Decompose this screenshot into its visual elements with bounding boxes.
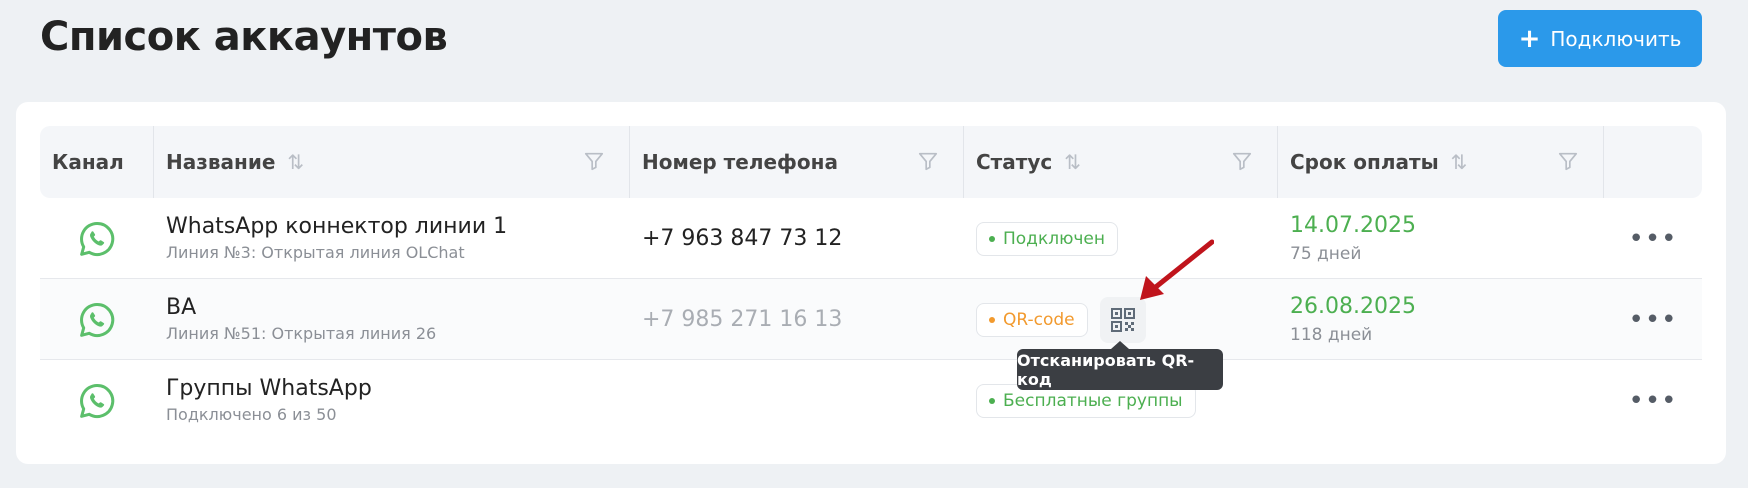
column-label: Канал <box>52 150 124 174</box>
column-label: Номер телефона <box>642 150 838 174</box>
status-cell: Подключен <box>964 198 1278 279</box>
sort-icon[interactable]: ⇅ <box>1064 150 1081 174</box>
more-options-icon[interactable]: ••• <box>1628 307 1677 333</box>
table-header: Канал Название ⇅ Номер телефона Статус ⇅… <box>40 126 1702 198</box>
connect-button-label: Подключить <box>1550 26 1682 51</box>
status-label: Подключен <box>1003 228 1105 249</box>
account-name[interactable]: Группы WhatsApp <box>166 376 630 402</box>
column-header-payment: Срок оплаты ⇅ <box>1278 126 1604 198</box>
payment-cell: 26.08.2025 118 дней <box>1278 279 1604 360</box>
column-header-phone: Номер телефона <box>630 126 964 198</box>
table-row[interactable]: Группы WhatsApp Подключено 6 из 50 Беспл… <box>40 360 1702 441</box>
account-subtitle: Линия №51: Открытая линия 26 <box>166 324 437 343</box>
name-cell: WhatsApp коннектор линии 1 Линия №3: Отк… <box>154 198 630 279</box>
qr-code-icon <box>1110 307 1135 332</box>
plus-icon: + <box>1518 23 1541 54</box>
column-label: Статус <box>976 150 1053 174</box>
phone-cell <box>630 360 964 441</box>
payment-days: 118 дней <box>1290 325 1373 345</box>
filter-icon[interactable] <box>1557 150 1579 172</box>
channel-cell <box>40 279 154 360</box>
column-header-name: Название ⇅ <box>154 126 630 198</box>
account-name[interactable]: ВА <box>166 295 630 321</box>
payment-days: 75 дней <box>1290 244 1362 264</box>
more-options-icon[interactable]: ••• <box>1628 226 1677 252</box>
name-cell: ВА Линия №51: Открытая линия 26 <box>154 279 630 360</box>
filter-icon[interactable] <box>917 150 939 172</box>
channel-cell <box>40 360 154 441</box>
accounts-card: Канал Название ⇅ Номер телефона Статус ⇅… <box>16 102 1726 464</box>
status-badge: QR-code <box>976 302 1088 337</box>
account-subtitle: Подключено 6 из 50 <box>166 405 337 424</box>
phone-cell: +7 963 847 73 12 <box>630 198 964 279</box>
page-title: Список аккаунтов <box>40 14 448 60</box>
phone-number: +7 985 271 16 13 <box>642 307 843 332</box>
account-subtitle: Линия №3: Открытая линия OLChat <box>166 243 465 262</box>
column-label: Срок оплаты <box>1290 150 1439 174</box>
actions-cell: ••• <box>1604 279 1702 360</box>
payment-date: 14.07.2025 <box>1290 213 1416 238</box>
account-name[interactable]: WhatsApp коннектор линии 1 <box>166 214 630 240</box>
phone-cell: +7 985 271 16 13 <box>630 279 964 360</box>
more-options-icon[interactable]: ••• <box>1628 388 1677 414</box>
whatsapp-icon <box>80 302 115 337</box>
column-header-actions <box>1604 126 1702 198</box>
status-badge: Подключен <box>976 221 1118 256</box>
status-label: QR-code <box>1003 309 1075 330</box>
actions-cell: ••• <box>1604 360 1702 441</box>
sort-icon[interactable]: ⇅ <box>287 150 304 174</box>
payment-cell <box>1278 360 1604 441</box>
filter-icon[interactable] <box>583 150 605 172</box>
column-label: Название <box>166 150 276 174</box>
filter-icon[interactable] <box>1231 150 1253 172</box>
table-row[interactable]: WhatsApp коннектор линии 1 Линия №3: Отк… <box>40 198 1702 279</box>
channel-cell <box>40 198 154 279</box>
sort-icon[interactable]: ⇅ <box>1451 150 1468 174</box>
payment-date: 26.08.2025 <box>1290 294 1416 319</box>
status-dot <box>989 235 995 242</box>
whatsapp-icon <box>80 383 115 418</box>
status-dot <box>989 316 995 323</box>
scan-qr-button[interactable] <box>1099 296 1146 343</box>
actions-cell: ••• <box>1604 198 1702 279</box>
status-dot <box>989 397 995 404</box>
column-header-status: Статус ⇅ <box>964 126 1278 198</box>
whatsapp-icon <box>80 221 115 256</box>
phone-number: +7 963 847 73 12 <box>642 226 843 251</box>
table-row[interactable]: ВА Линия №51: Открытая линия 26 +7 985 2… <box>40 279 1702 360</box>
accounts-table: Канал Название ⇅ Номер телефона Статус ⇅… <box>40 126 1702 441</box>
status-label: Бесплатные группы <box>1003 390 1183 411</box>
payment-cell: 14.07.2025 75 дней <box>1278 198 1604 279</box>
scan-qr-tooltip: Отсканировать QR-код <box>1017 341 1223 390</box>
name-cell: Группы WhatsApp Подключено 6 из 50 <box>154 360 630 441</box>
column-header-channel: Канал <box>40 126 154 198</box>
connect-button[interactable]: + Подключить <box>1498 10 1702 67</box>
